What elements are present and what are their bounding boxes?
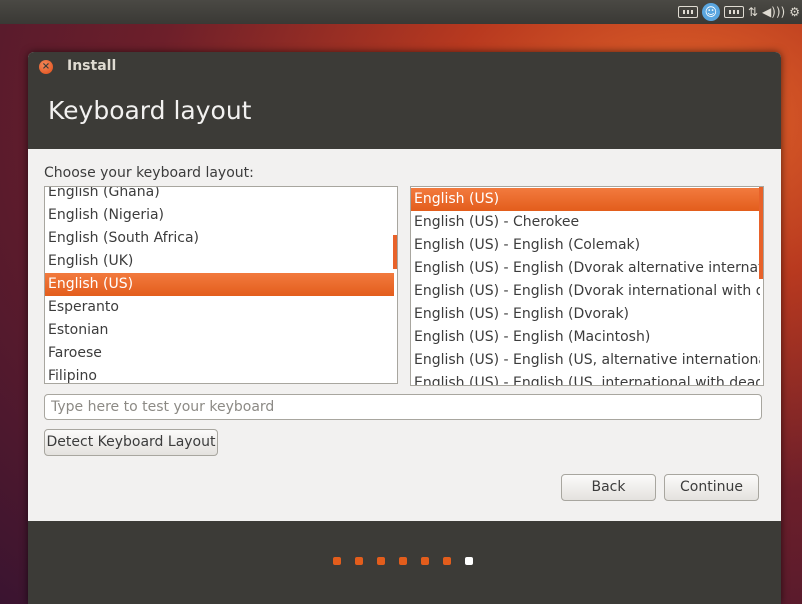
back-button[interactable]: Back bbox=[561, 474, 656, 501]
detect-keyboard-layout-button[interactable]: Detect Keyboard Layout bbox=[44, 429, 218, 456]
variant-list-item[interactable]: English (US) - English (Macintosh) bbox=[411, 326, 760, 349]
layout-list-item[interactable]: English (Nigeria) bbox=[45, 204, 394, 227]
footer bbox=[28, 521, 781, 604]
layout-list-item[interactable]: English (UK) bbox=[45, 250, 394, 273]
progress-dot bbox=[377, 557, 385, 565]
layout-prompt: Choose your keyboard layout: bbox=[44, 165, 254, 181]
progress-dot bbox=[465, 557, 473, 565]
window-title: Install bbox=[67, 58, 117, 74]
progress-dot bbox=[443, 557, 451, 565]
progress-dot bbox=[421, 557, 429, 565]
gear-icon[interactable]: ⚙ bbox=[789, 3, 800, 21]
progress-indicator bbox=[333, 557, 473, 565]
accessibility-icon[interactable]: ☺ bbox=[701, 3, 720, 21]
installer-window: × Install Keyboard layout Choose your ke… bbox=[28, 52, 781, 604]
title-bar: × Install bbox=[28, 52, 781, 82]
progress-dot bbox=[333, 557, 341, 565]
close-icon[interactable]: × bbox=[39, 60, 53, 74]
page-title: Keyboard layout bbox=[48, 96, 252, 125]
top-panel: ☺ ⇅ ◀))) ⚙ bbox=[0, 0, 802, 24]
variant-list-item[interactable]: English (US) - English (Dvorak) bbox=[411, 303, 760, 326]
variant-list-item[interactable]: English (US) - English (Colemak) bbox=[411, 234, 760, 257]
layout-list-item[interactable]: English (South Africa) bbox=[45, 227, 394, 250]
volume-icon[interactable]: ◀))) bbox=[762, 3, 785, 21]
content-area: Choose your keyboard layout: English (Gh… bbox=[28, 149, 781, 521]
layout-list-item[interactable]: English (Ghana) bbox=[45, 187, 394, 204]
layout-list-scrollbar[interactable] bbox=[393, 235, 397, 269]
keyboard-icon[interactable] bbox=[677, 6, 698, 18]
keyboard-icon[interactable] bbox=[723, 6, 744, 18]
layout-list-item[interactable]: English (US) bbox=[45, 273, 394, 296]
layout-list[interactable]: English (Ghana) English (Nigeria) English … bbox=[44, 186, 398, 384]
layout-list-item[interactable]: Filipino bbox=[45, 365, 394, 383]
variant-list-item[interactable]: English (US) - English (US, alternative … bbox=[411, 349, 760, 372]
variant-list-item[interactable]: English (US) - Cherokee bbox=[411, 211, 760, 234]
keyboard-test-input[interactable] bbox=[44, 394, 762, 420]
page-header: Keyboard layout bbox=[28, 82, 781, 149]
variant-list-item[interactable]: English (US) - English (Dvorak alternati… bbox=[411, 257, 760, 280]
continue-button[interactable]: Continue bbox=[664, 474, 759, 501]
system-tray: ☺ ⇅ ◀))) ⚙ bbox=[677, 3, 800, 21]
variant-list-item[interactable]: English (US) bbox=[411, 188, 760, 211]
layout-list-item[interactable]: Esperanto bbox=[45, 296, 394, 319]
variant-list[interactable]: English (US) English (US) - Cherokee Engli… bbox=[410, 186, 764, 386]
layout-list-item[interactable]: Estonian bbox=[45, 319, 394, 342]
progress-dot bbox=[399, 557, 407, 565]
variant-list-item[interactable]: English (US) - English (US, internationa… bbox=[411, 372, 760, 385]
progress-dot bbox=[355, 557, 363, 565]
variant-list-scrollbar[interactable] bbox=[759, 187, 763, 279]
variant-list-item[interactable]: English (US) - English (Dvorak internati… bbox=[411, 280, 760, 303]
network-icon[interactable]: ⇅ bbox=[748, 3, 758, 21]
layout-list-item[interactable]: Faroese bbox=[45, 342, 394, 365]
